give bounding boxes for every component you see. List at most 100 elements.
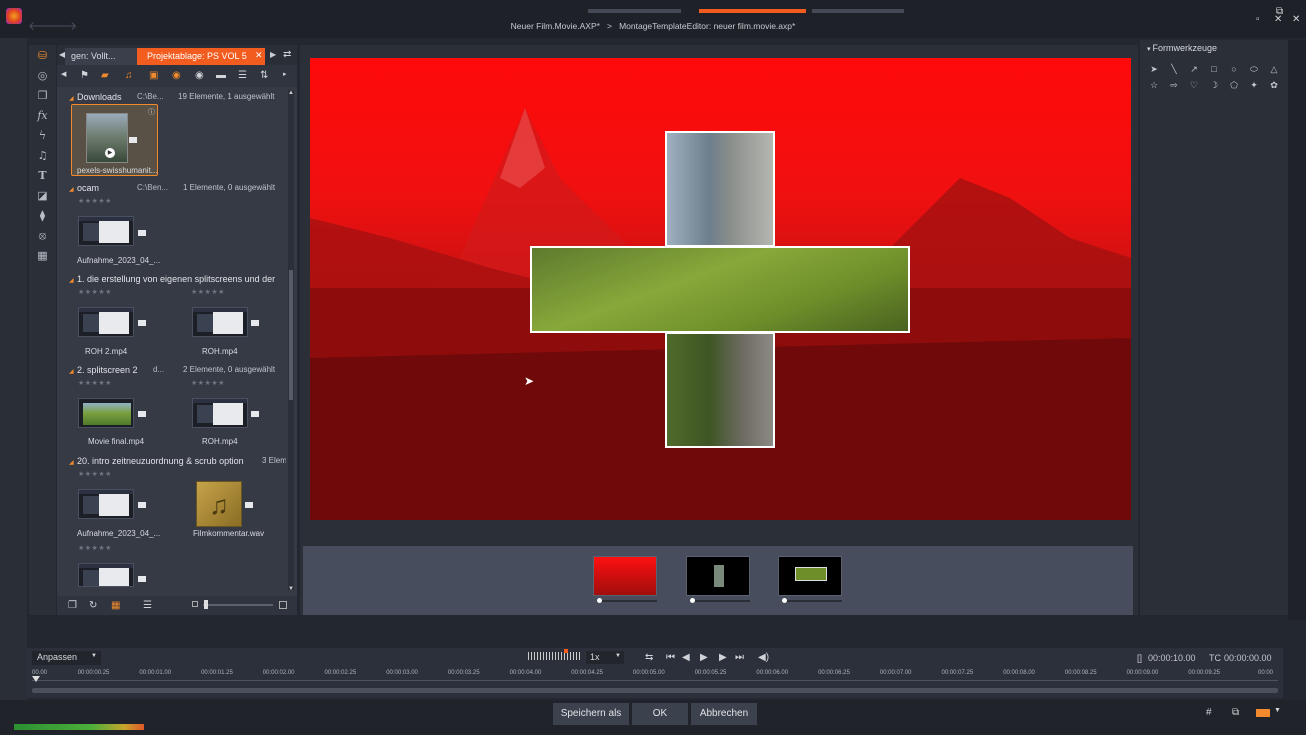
scroll-up-icon[interactable]: ▲ bbox=[288, 90, 294, 96]
group-title[interactable]: 1. die erstellung von eigenen splitscree… bbox=[77, 274, 285, 284]
rating-stars[interactable]: ★★★★★ bbox=[78, 544, 112, 552]
details-view-icon[interactable]: ☰ bbox=[143, 600, 152, 611]
audio-filter-icon[interactable]: ♫ bbox=[125, 70, 133, 81]
rating-stars[interactable]: ★★★★★ bbox=[78, 470, 112, 478]
external-preview-icon[interactable]: ⧉ bbox=[1232, 707, 1239, 718]
grid-view-icon[interactable]: ▦ bbox=[111, 600, 120, 611]
rating-stars[interactable]: ★★★★★ bbox=[191, 288, 225, 296]
scroll-down-icon[interactable]: ▼ bbox=[288, 586, 294, 592]
nav-left-icon[interactable]: ◀ bbox=[61, 70, 66, 78]
jog-shuttle[interactable] bbox=[528, 652, 580, 660]
template-thumbnail-1[interactable] bbox=[593, 556, 657, 596]
ok-button[interactable]: OK bbox=[632, 703, 688, 725]
thumbnail-scrubber[interactable] bbox=[782, 600, 842, 602]
list-item-selected[interactable]: ▶ ⓘ pexels-swisshumanit... bbox=[71, 104, 158, 176]
library-icon[interactable]: ⛁ bbox=[29, 49, 56, 69]
library-scroll-thumb[interactable] bbox=[289, 270, 293, 400]
split-tile-middle[interactable] bbox=[530, 246, 910, 333]
rating-stars[interactable]: ★★★★★ bbox=[78, 197, 112, 205]
more-icon[interactable]: ▸ bbox=[283, 70, 287, 78]
title-icon[interactable]: T bbox=[29, 169, 56, 189]
project-filter-icon[interactable]: ◉ bbox=[172, 70, 181, 81]
group-title[interactable]: 20. intro zeitneuzuordnung & scrub optio… bbox=[77, 456, 244, 466]
slider-handle[interactable] bbox=[204, 600, 208, 609]
rating-stars[interactable]: ★★★★★ bbox=[191, 379, 225, 387]
video-thumbnail[interactable] bbox=[78, 489, 134, 519]
tab-scroll-right-icon[interactable]: ▶ bbox=[270, 50, 276, 59]
size-large-icon[interactable] bbox=[279, 601, 287, 609]
shape-tools-title[interactable]: ▾ Formwerkzeuge bbox=[1147, 43, 1217, 53]
transitions-icon[interactable]: ◎ bbox=[29, 69, 56, 89]
tab-previous[interactable]: gen: Vollt... bbox=[65, 48, 137, 65]
rating-stars[interactable]: ★★★★★ bbox=[78, 288, 112, 296]
cancel-button[interactable]: Abbrechen bbox=[691, 703, 757, 725]
video-thumbnail[interactable] bbox=[78, 307, 134, 337]
thumbnail-scrubber[interactable] bbox=[690, 600, 750, 602]
volume-icon[interactable]: ◀) bbox=[758, 652, 769, 663]
rating-stars[interactable]: ★★★★★ bbox=[78, 379, 112, 387]
play-button-icon[interactable]: ▶ bbox=[700, 652, 708, 663]
moon-tool-icon[interactable]: ☽ bbox=[1207, 80, 1221, 91]
rounded-rect-tool-icon[interactable]: ⬭ bbox=[1247, 64, 1261, 75]
play-icon[interactable]: ▶ bbox=[105, 148, 115, 158]
template-thumbnail-3[interactable] bbox=[778, 556, 842, 596]
select-tool-icon[interactable]: ➤ bbox=[1147, 64, 1161, 75]
folder-icon[interactable]: ▬ bbox=[216, 70, 226, 81]
scrubber-handle[interactable] bbox=[782, 598, 787, 603]
grid-icon[interactable]: # bbox=[1206, 707, 1212, 718]
editor-tab-active[interactable] bbox=[699, 9, 806, 13]
video-filter-icon[interactable]: ▰ bbox=[101, 70, 109, 81]
group-expand-icon[interactable]: ◢ bbox=[69, 277, 74, 284]
arrow-shape-tool-icon[interactable]: ⇨ bbox=[1167, 80, 1181, 91]
group-title[interactable]: ocam bbox=[77, 183, 99, 193]
scrubber-handle[interactable] bbox=[690, 598, 695, 603]
info-icon[interactable]: ⓘ bbox=[148, 107, 155, 117]
group-title[interactable]: 2. splitscreen 2 bbox=[77, 365, 138, 375]
editor-tab-1[interactable] bbox=[588, 9, 681, 13]
step-back-icon[interactable]: ◀ bbox=[682, 652, 690, 663]
speed-dropdown[interactable]: 1x ▼ bbox=[586, 651, 624, 664]
duration-timecode[interactable]: 00:00:10.00 bbox=[1148, 653, 1196, 663]
chevron-down-icon[interactable]: ▼ bbox=[1274, 707, 1281, 714]
loop-icon[interactable]: ⇆ bbox=[645, 652, 653, 663]
fit-dropdown[interactable]: Anpassen ▼ bbox=[32, 651, 101, 665]
heart-tool-icon[interactable]: ♡ bbox=[1187, 80, 1201, 91]
video-thumbnail[interactable] bbox=[192, 398, 248, 428]
ellipse-tool-icon[interactable]: ○ bbox=[1227, 64, 1241, 75]
close-app-icon[interactable]: ✕ bbox=[1292, 14, 1300, 25]
arrow-line-tool-icon[interactable]: ↗ bbox=[1187, 64, 1201, 75]
close-window-icon[interactable]: ✕ bbox=[1274, 14, 1282, 25]
go-to-start-icon[interactable]: ⏮ bbox=[666, 652, 675, 663]
rectangle-tool-icon[interactable]: □ bbox=[1207, 64, 1221, 75]
video-thumbnail[interactable] bbox=[192, 307, 248, 337]
playhead[interactable] bbox=[32, 676, 40, 682]
menu-icon[interactable]: ▦ bbox=[29, 249, 56, 269]
thumbnail-size-slider[interactable] bbox=[203, 604, 273, 606]
drop-icon[interactable]: ◪ bbox=[29, 189, 56, 209]
pentagon-tool-icon[interactable]: ⬠ bbox=[1227, 80, 1241, 91]
split-tile-top[interactable] bbox=[665, 131, 775, 247]
output-icon[interactable] bbox=[1256, 709, 1270, 717]
group-expand-icon[interactable]: ◢ bbox=[69, 459, 74, 466]
go-to-end-icon[interactable]: ⏭ bbox=[735, 652, 744, 663]
maximize-window-icon[interactable]: ▫ bbox=[1256, 14, 1260, 25]
refresh-icon[interactable]: ↻ bbox=[89, 600, 97, 611]
group-expand-icon[interactable]: ◢ bbox=[69, 368, 74, 375]
size-small-icon[interactable] bbox=[192, 601, 198, 607]
montage-icon[interactable]: ❐ bbox=[29, 89, 56, 109]
layers-icon[interactable]: ⧫ bbox=[29, 209, 56, 229]
send-icon[interactable]: ⇄ bbox=[283, 49, 291, 60]
close-tab-icon[interactable]: ✕ bbox=[255, 50, 263, 61]
step-forward-icon[interactable]: ▶ bbox=[719, 652, 727, 663]
editor-tab-3[interactable] bbox=[812, 9, 904, 13]
tab-projektablage[interactable]: Projektablage: PS VOL 5 bbox=[137, 48, 265, 65]
line-tool-icon[interactable]: ╲ bbox=[1167, 64, 1181, 75]
triangle-tool-icon[interactable]: △ bbox=[1267, 64, 1281, 75]
sparkle-tool-icon[interactable]: ✦ bbox=[1247, 80, 1261, 91]
effects-icon[interactable]: fx bbox=[29, 109, 56, 129]
music-icon[interactable]: ♫ bbox=[29, 149, 56, 169]
timeline-ruler[interactable] bbox=[32, 680, 1278, 683]
group-expand-icon[interactable]: ◢ bbox=[69, 95, 74, 102]
overlay-icon[interactable]: ⦻ bbox=[29, 229, 56, 249]
flash-icon[interactable]: ϟ bbox=[29, 129, 56, 149]
